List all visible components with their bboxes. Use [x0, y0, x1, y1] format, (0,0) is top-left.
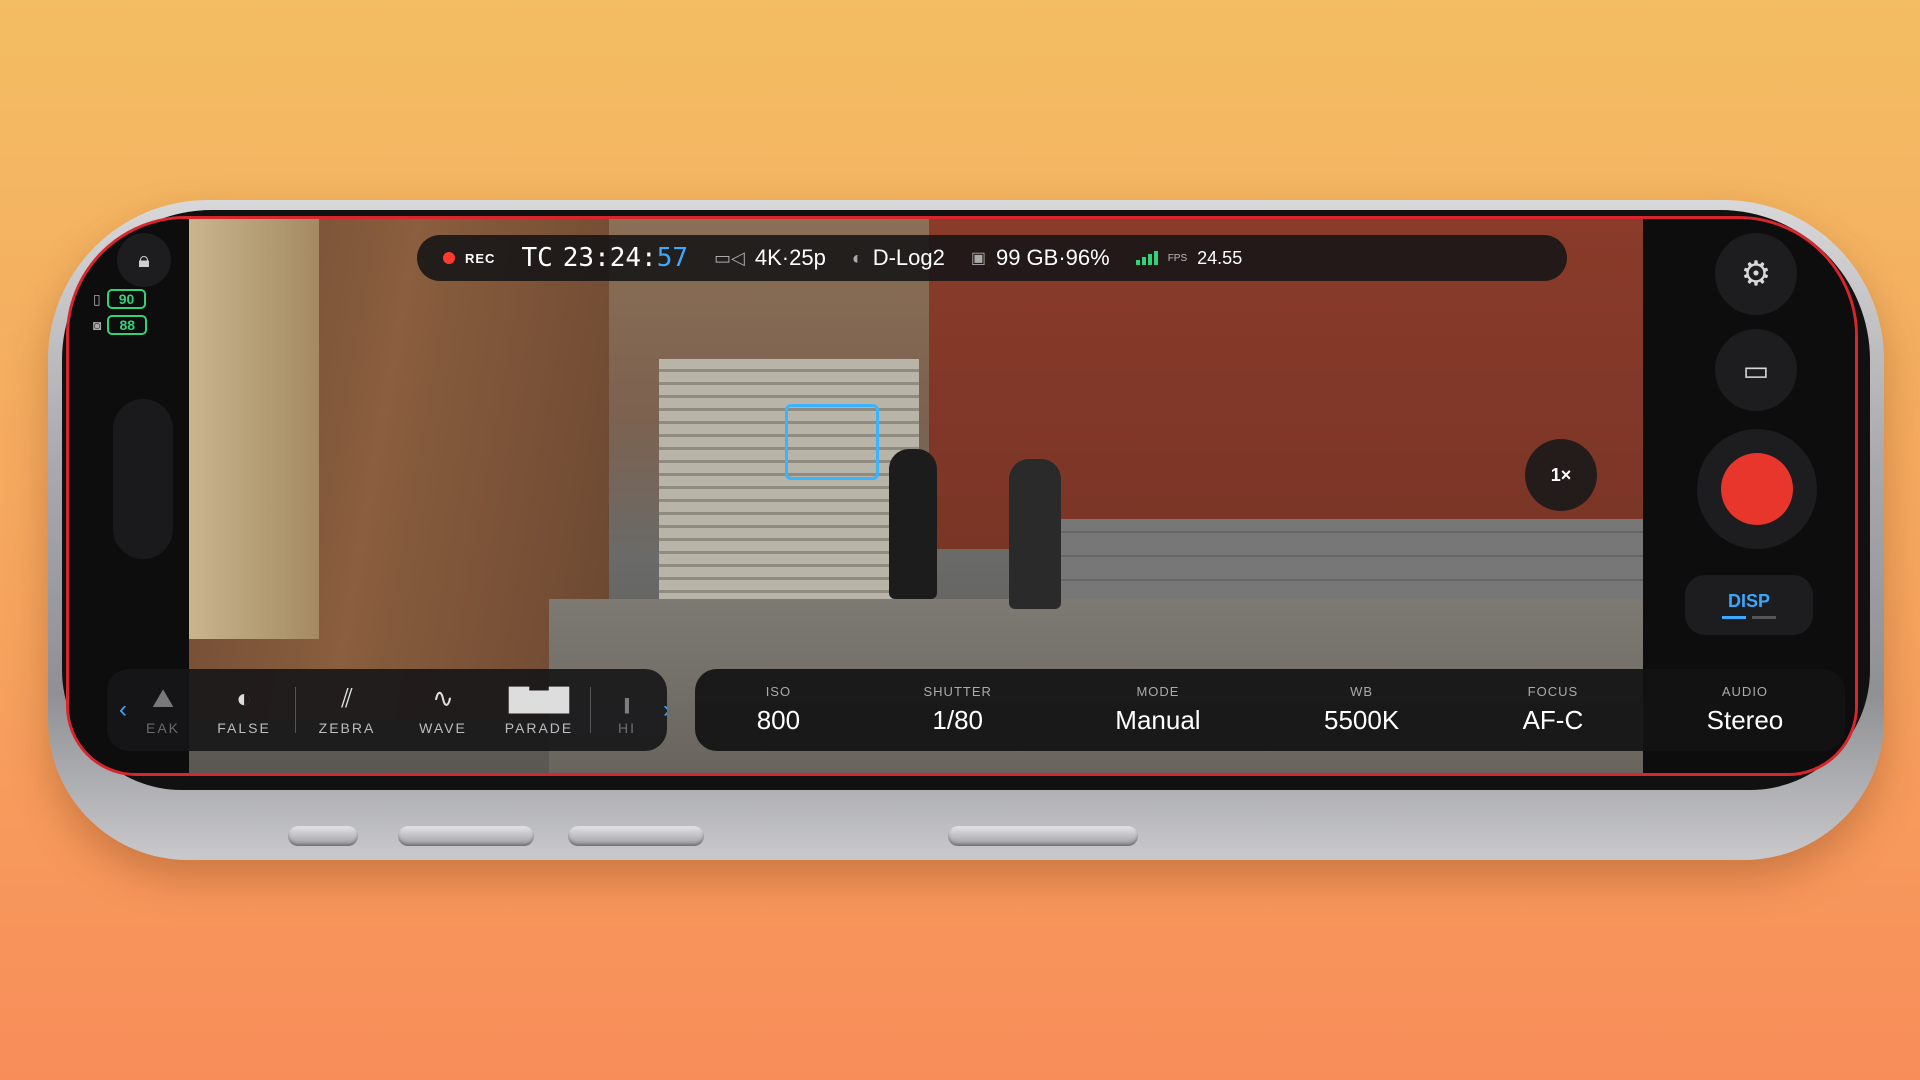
scene-person — [1009, 459, 1061, 609]
contrast-icon: ◐ — [851, 247, 863, 268]
timecode: TC 23:24:57 — [521, 243, 688, 273]
param-wb[interactable]: WB 5500K — [1324, 684, 1399, 736]
resolution-info[interactable]: ▭◁ 4K·25p — [714, 245, 826, 271]
timecode-main: 23:24: — [562, 243, 657, 273]
side-button — [288, 826, 358, 846]
false-color-icon: ◐ — [236, 683, 252, 713]
histogram-icon: ╻ — [619, 683, 635, 713]
storage-info[interactable]: ▣ 99 GB·96% — [971, 245, 1110, 271]
divider — [295, 687, 296, 733]
tool-parade[interactable]: ▇▆▇ PARADE — [494, 684, 584, 736]
disp-page-indicator — [1722, 616, 1776, 619]
color-profile-info[interactable]: ◐ D-Log2 — [852, 245, 945, 271]
lock-icon[interactable]: 🔒︎ — [117, 233, 171, 287]
phone-battery: ▯ 90 — [93, 289, 147, 309]
param-iso[interactable]: ISO 800 — [757, 684, 800, 736]
camera-screen: 🔒︎ ▯ 90 ◙ 88 REC TC 23:24:57 ▭◁ 4K·25p ◐… — [66, 216, 1858, 776]
record-button[interactable] — [1697, 429, 1817, 549]
status-bar: REC TC 23:24:57 ▭◁ 4K·25p ◐ D-Log2 ▣ 99 … — [417, 235, 1567, 281]
dynamic-island — [113, 399, 173, 559]
camera-control-button — [948, 826, 1138, 846]
peak-icon: ⛰ — [152, 683, 174, 713]
tool-wave[interactable]: ∿ WAVE — [398, 684, 488, 736]
gear-icon[interactable]: ⚙ — [1715, 233, 1797, 315]
waveform-icon: ∿ — [432, 683, 454, 713]
parade-icon: ▇▆▇ — [509, 683, 569, 713]
zoom-button[interactable]: 1× — [1525, 439, 1597, 511]
assist-tools-bar: ‹ ⛰ EAK ◐ FALSE ⫽ ZEBRA ∿ WAVE ▇▆▇ PARAD… — [107, 669, 667, 751]
gallery-icon[interactable]: ▭ — [1715, 329, 1797, 411]
divider — [590, 687, 591, 733]
chevron-left-icon[interactable]: ‹ — [119, 696, 127, 724]
scene-person — [889, 449, 937, 599]
storage-value: 99 GB·96% — [995, 245, 1110, 270]
focus-box[interactable] — [785, 404, 879, 480]
param-mode[interactable]: MODE Manual — [1115, 684, 1200, 736]
resolution-value: 4K·25p — [754, 245, 826, 270]
signal-bars-icon — [1135, 251, 1158, 265]
tool-zebra[interactable]: ⫽ ZEBRA — [302, 684, 392, 736]
camera-params-bar: ISO 800 SHUTTER 1/80 MODE Manual WB 5500… — [695, 669, 1845, 751]
param-focus[interactable]: FOCUS AF-C — [1523, 684, 1584, 736]
scene-stairs — [659, 359, 919, 639]
disp-label: DISP — [1727, 591, 1770, 611]
tool-histogram[interactable]: ╻ HI — [597, 684, 657, 736]
zebra-icon: ⫽ — [341, 683, 353, 713]
fps-info: FPS 24.55 — [1135, 247, 1243, 269]
tool-false-color[interactable]: ◐ FALSE — [199, 684, 289, 736]
param-audio[interactable]: AUDIO Stereo — [1707, 684, 1784, 736]
color-profile-value: D-Log2 — [872, 245, 945, 270]
volume-down-button — [568, 826, 704, 846]
timecode-frames: 57 — [656, 243, 688, 273]
disp-button[interactable]: DISP — [1685, 575, 1813, 635]
rec-dot-icon — [443, 252, 455, 264]
rec-label: REC — [465, 250, 496, 266]
phone-battery-level: 90 — [106, 289, 147, 309]
phone-icon: ▯ — [93, 290, 101, 307]
camera-battery-level: 88 — [107, 315, 148, 335]
param-shutter[interactable]: SHUTTER 1/80 — [924, 684, 992, 736]
tc-label: TC — [521, 243, 553, 273]
scene-window — [189, 219, 319, 639]
rec-indicator: REC — [443, 251, 495, 266]
fps-value: 24.55 — [1197, 247, 1243, 268]
camera-icon: ◙ — [93, 317, 102, 333]
record-dot-icon — [1721, 453, 1793, 525]
video-camera-icon: ▭◁ — [714, 247, 745, 268]
volume-up-button — [398, 826, 534, 846]
tool-peak[interactable]: ⛰ EAK — [133, 684, 193, 736]
camera-battery: ◙ 88 — [93, 315, 148, 335]
sd-card-icon: ▣ — [970, 250, 986, 267]
chevron-right-icon[interactable]: › — [663, 696, 667, 724]
fps-label: FPS — [1167, 252, 1188, 264]
